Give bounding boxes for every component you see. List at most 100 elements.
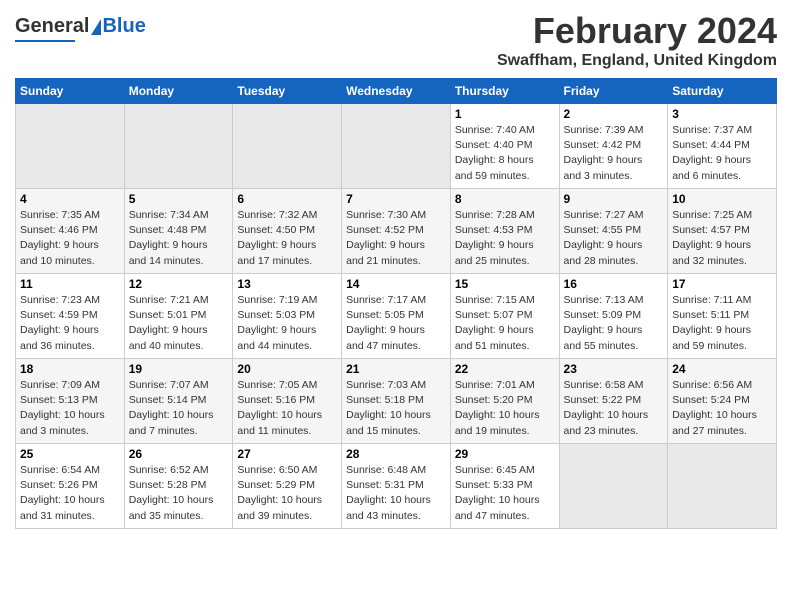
day-info: Sunrise: 7:23 AMSunset: 4:59 PMDaylight:… [20,293,120,354]
logo-blue-text: Blue [102,15,145,38]
calendar-cell: 16 Sunrise: 7:13 AMSunset: 5:09 PMDayligh… [559,274,668,359]
day-number: 8 [455,192,555,206]
day-number: 2 [564,107,664,121]
location-text: Swaffham, England, United Kingdom [497,52,777,70]
calendar-cell: 25Sunrise: 6:54 AMSunset: 5:26 PMDayligh… [16,444,125,529]
day-info: Sunrise: 7:35 AMSunset: 4:46 PMDaylight:… [20,208,120,269]
day-info: Sunrise: 7:13 AMSunset: 5:09 PMDaylight:… [564,293,664,354]
day-number: 18 [20,362,120,376]
day-number: 15 [455,277,555,291]
day-number: 28 [346,447,446,461]
calendar-body: 1 Sunrise: 7:40 AMSunset: 4:40 PMDaylight… [16,104,777,529]
calendar-week-row: 4 Sunrise: 7:35 AMSunset: 4:46 PMDaylight… [16,189,777,274]
calendar-cell: 18Sunrise: 7:09 AMSunset: 5:13 PMDayligh… [16,359,125,444]
day-number: 21 [346,362,446,376]
calendar-cell: 23 Sunrise: 6:58 AMSunset: 5:22 PMDayligh… [559,359,668,444]
calendar-cell [668,444,777,529]
day-number: 23 [564,362,664,376]
calendar-cell: 21 Sunrise: 7:03 AMSunset: 5:18 PMDayligh… [342,359,451,444]
calendar-week-row: 1 Sunrise: 7:40 AMSunset: 4:40 PMDaylight… [16,104,777,189]
day-info: Sunrise: 6:50 AMSunset: 5:29 PMDaylight:… [237,463,337,524]
day-info: Sunrise: 7:21 AMSunset: 5:01 PMDaylight:… [129,293,229,354]
day-number: 6 [237,192,337,206]
day-number: 3 [672,107,772,121]
day-info: Sunrise: 6:58 AMSunset: 5:22 PMDaylight:… [564,378,664,439]
day-number: 5 [129,192,229,206]
header-sunday: Sunday [16,79,125,104]
day-info: Sunrise: 7:28 AMSunset: 4:53 PMDaylight:… [455,208,555,269]
day-number: 12 [129,277,229,291]
calendar-cell: 1 Sunrise: 7:40 AMSunset: 4:40 PMDaylight… [450,104,559,189]
day-info: Sunrise: 7:03 AMSunset: 5:18 PMDaylight:… [346,378,446,439]
calendar-cell: 28 Sunrise: 6:48 AMSunset: 5:31 PMDayligh… [342,444,451,529]
calendar-cell: 2 Sunrise: 7:39 AMSunset: 4:42 PMDaylight… [559,104,668,189]
day-number: 4 [20,192,120,206]
calendar-cell: 5Sunrise: 7:34 AMSunset: 4:48 PMDaylight… [124,189,233,274]
logo: General Blue [15,15,146,42]
calendar-week-row: 25Sunrise: 6:54 AMSunset: 5:26 PMDayligh… [16,444,777,529]
day-number: 24 [672,362,772,376]
day-info: Sunrise: 7:32 AMSunset: 4:50 PMDaylight:… [237,208,337,269]
day-info: Sunrise: 7:15 AMSunset: 5:07 PMDaylight:… [455,293,555,354]
day-info: Sunrise: 7:27 AMSunset: 4:55 PMDaylight:… [564,208,664,269]
day-info: Sunrise: 6:54 AMSunset: 5:26 PMDaylight:… [20,463,120,524]
calendar-table: Sunday Monday Tuesday Wednesday Thursday… [15,78,777,529]
calendar-cell: 15 Sunrise: 7:15 AMSunset: 5:07 PMDayligh… [450,274,559,359]
month-title: February 2024 [497,10,777,52]
calendar-cell: 11 Sunrise: 7:23 AMSunset: 4:59 PMDayligh… [16,274,125,359]
calendar-cell: 20 Sunrise: 7:05 AMSunset: 5:16 PMDayligh… [233,359,342,444]
header-friday: Friday [559,79,668,104]
calendar-cell [233,104,342,189]
day-number: 27 [237,447,337,461]
day-info: Sunrise: 7:01 AMSunset: 5:20 PMDaylight:… [455,378,555,439]
day-info: Sunrise: 7:37 AMSunset: 4:44 PMDaylight:… [672,123,772,184]
calendar-cell: 14 Sunrise: 7:17 AMSunset: 5:05 PMDayligh… [342,274,451,359]
day-number: 20 [237,362,337,376]
calendar-cell: 17Sunrise: 7:11 AMSunset: 5:11 PMDayligh… [668,274,777,359]
day-number: 14 [346,277,446,291]
day-info: Sunrise: 7:19 AMSunset: 5:03 PMDaylight:… [237,293,337,354]
calendar-cell: 26Sunrise: 6:52 AMSunset: 5:28 PMDayligh… [124,444,233,529]
day-number: 29 [455,447,555,461]
weekday-header-row: Sunday Monday Tuesday Wednesday Thursday… [16,79,777,104]
header-saturday: Saturday [668,79,777,104]
header-monday: Monday [124,79,233,104]
calendar-cell [342,104,451,189]
calendar-cell: 8 Sunrise: 7:28 AMSunset: 4:53 PMDaylight… [450,189,559,274]
calendar-cell: 19 Sunrise: 7:07 AMSunset: 5:14 PMDayligh… [124,359,233,444]
day-info: Sunrise: 7:07 AMSunset: 5:14 PMDaylight:… [129,378,229,439]
page-header: General Blue February 2024 Swaffham, Eng… [15,10,777,70]
day-info: Sunrise: 7:17 AMSunset: 5:05 PMDaylight:… [346,293,446,354]
calendar-cell: 29Sunrise: 6:45 AMSunset: 5:33 PMDayligh… [450,444,559,529]
day-info: Sunrise: 6:48 AMSunset: 5:31 PMDaylight:… [346,463,446,524]
calendar-cell [16,104,125,189]
calendar-cell: 24Sunrise: 6:56 AMSunset: 5:24 PMDayligh… [668,359,777,444]
day-number: 19 [129,362,229,376]
calendar-cell: 10Sunrise: 7:25 AMSunset: 4:57 PMDayligh… [668,189,777,274]
calendar-cell: 4 Sunrise: 7:35 AMSunset: 4:46 PMDaylight… [16,189,125,274]
calendar-cell: 13Sunrise: 7:19 AMSunset: 5:03 PMDayligh… [233,274,342,359]
day-number: 1 [455,107,555,121]
calendar-cell: 9 Sunrise: 7:27 AMSunset: 4:55 PMDaylight… [559,189,668,274]
calendar-cell [559,444,668,529]
day-number: 16 [564,277,664,291]
header-thursday: Thursday [450,79,559,104]
logo-triangle-icon [91,19,101,35]
calendar-cell: 7Sunrise: 7:30 AMSunset: 4:52 PMDaylight… [342,189,451,274]
day-info: Sunrise: 7:11 AMSunset: 5:11 PMDaylight:… [672,293,772,354]
logo-underline [15,40,75,42]
calendar-week-row: 11 Sunrise: 7:23 AMSunset: 4:59 PMDayligh… [16,274,777,359]
day-info: Sunrise: 7:05 AMSunset: 5:16 PMDaylight:… [237,378,337,439]
day-number: 22 [455,362,555,376]
day-number: 11 [20,277,120,291]
calendar-cell: 22 Sunrise: 7:01 AMSunset: 5:20 PMDayligh… [450,359,559,444]
day-number: 9 [564,192,664,206]
day-info: Sunrise: 7:39 AMSunset: 4:42 PMDaylight:… [564,123,664,184]
calendar-cell: 12 Sunrise: 7:21 AMSunset: 5:01 PMDayligh… [124,274,233,359]
calendar-cell: 27 Sunrise: 6:50 AMSunset: 5:29 PMDayligh… [233,444,342,529]
day-number: 7 [346,192,446,206]
day-info: Sunrise: 6:52 AMSunset: 5:28 PMDaylight:… [129,463,229,524]
day-info: Sunrise: 7:40 AMSunset: 4:40 PMDaylight:… [455,123,555,184]
logo-general-text: General [15,15,89,38]
header-wednesday: Wednesday [342,79,451,104]
